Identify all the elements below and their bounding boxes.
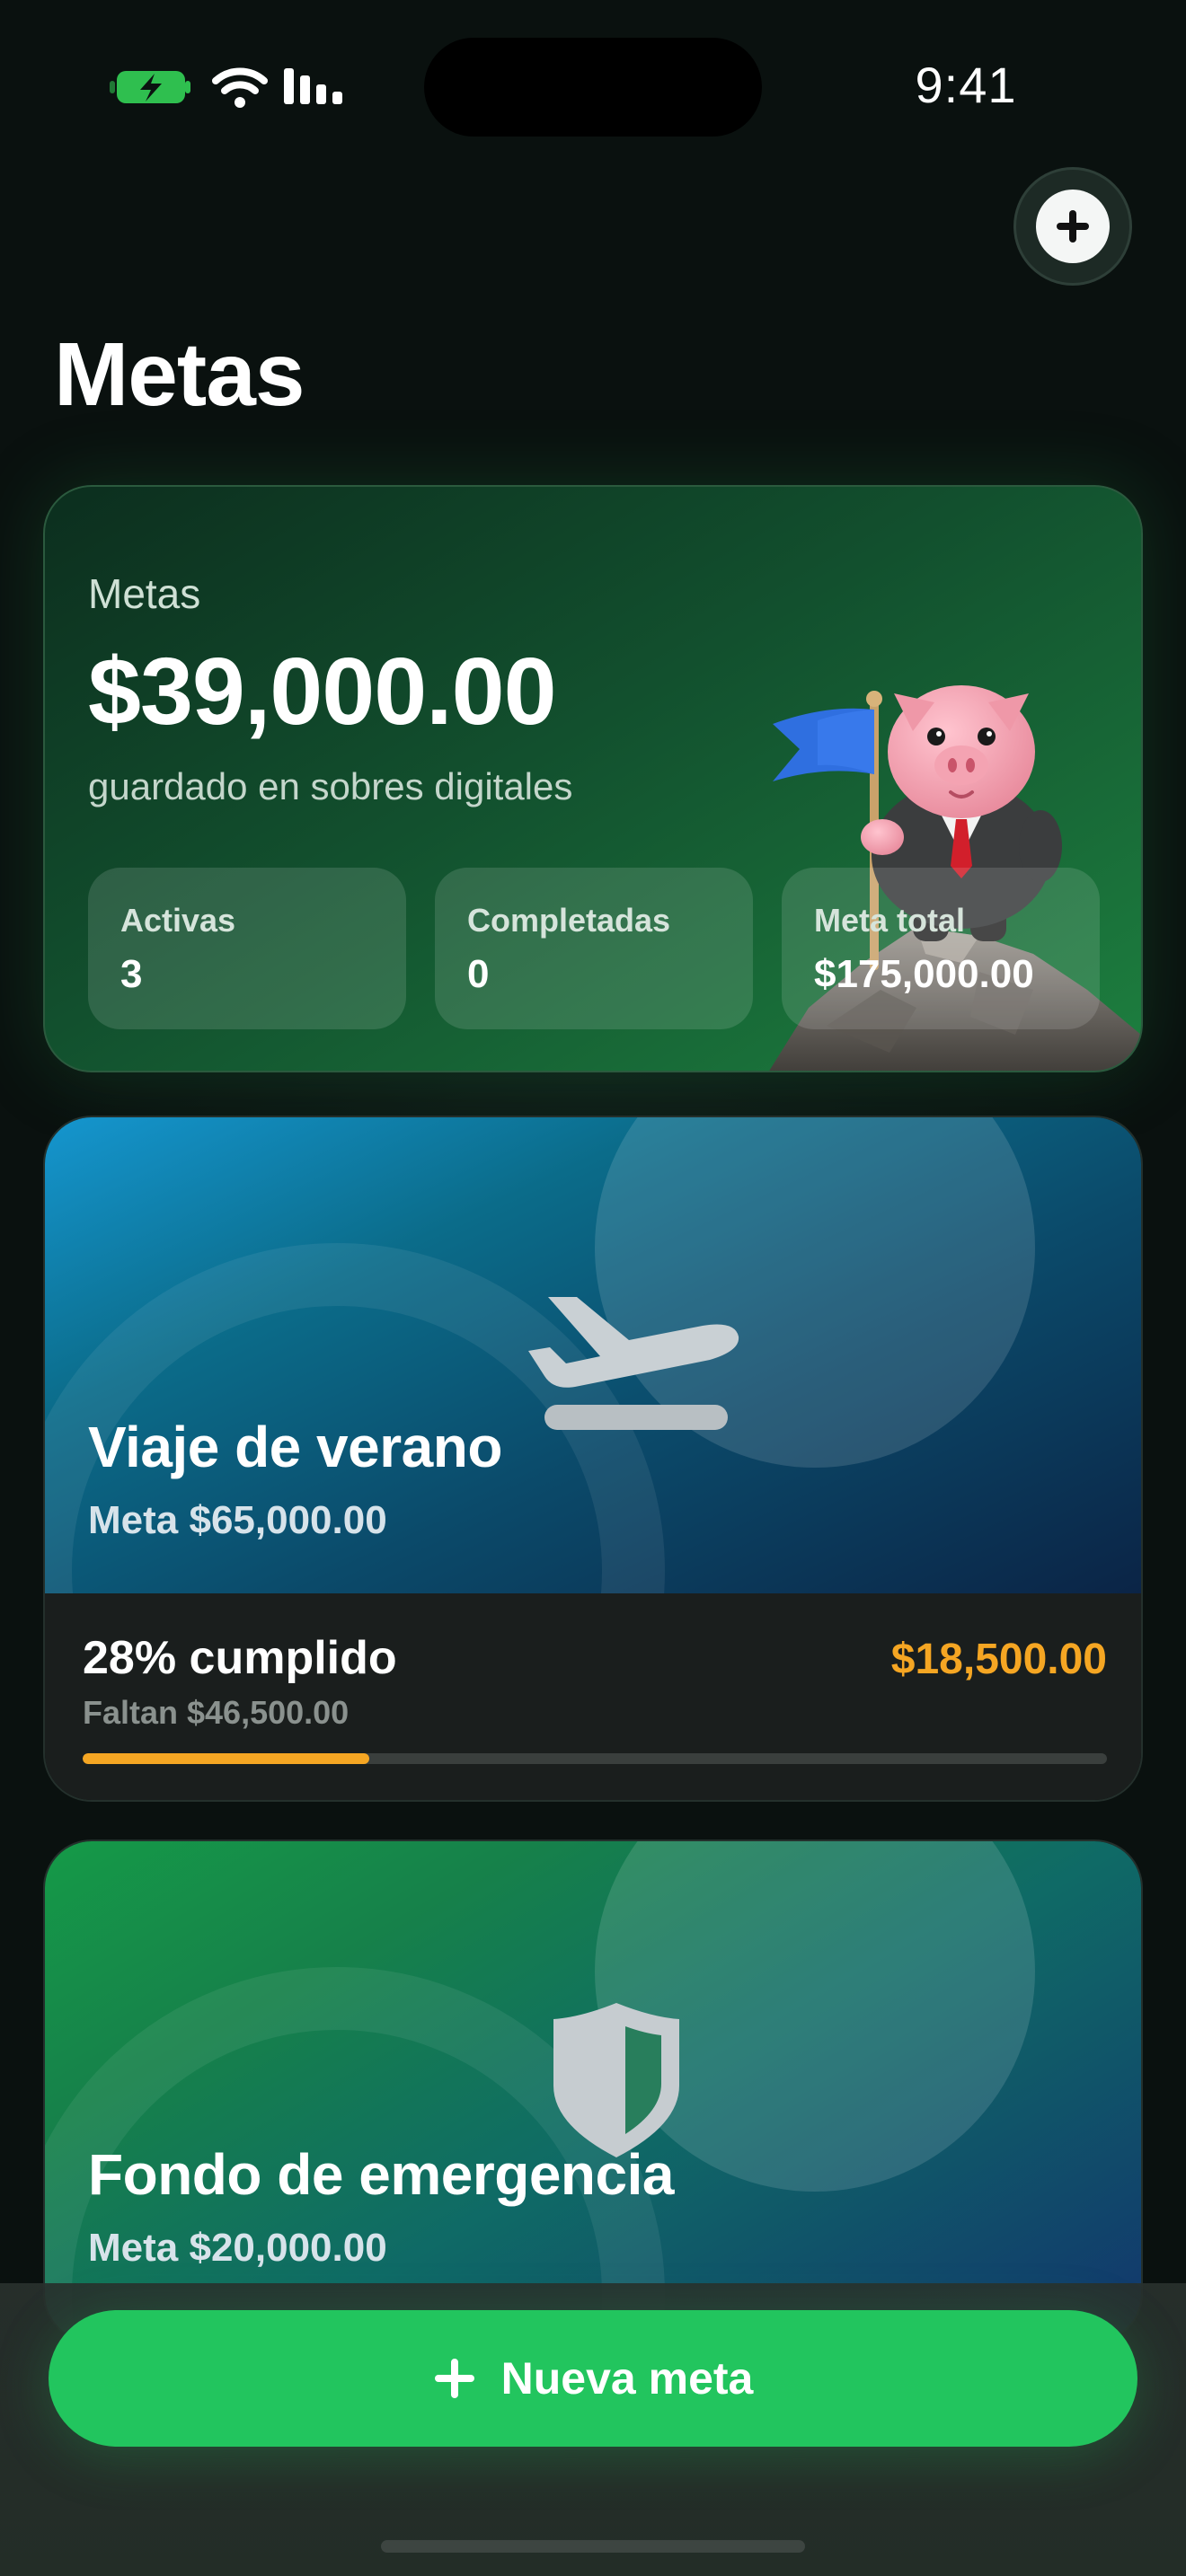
goal-target: Meta $20,000.00 <box>88 2226 387 2270</box>
stat-active: Activas 3 <box>88 868 406 1029</box>
stat-value: 3 <box>120 952 143 996</box>
summary-subtitle: guardado en sobres digitales <box>88 765 573 807</box>
stat-label: Meta total <box>814 902 966 939</box>
goal-card-fondo[interactable]: Fondo de emergencia Meta $20,000.00 <box>43 1839 1143 2342</box>
goal-target: Meta $65,000.00 <box>88 1498 387 1542</box>
stat-completed: Completadas 0 <box>435 868 753 1029</box>
stat-label: Completadas <box>467 902 671 939</box>
home-indicator[interactable] <box>381 2540 805 2553</box>
status-bar: 9:41 <box>0 0 1186 171</box>
stat-value: $175,000.00 <box>814 952 1034 996</box>
stat-label: Activas <box>120 902 236 939</box>
goal-title: Viaje de verano <box>88 1415 502 1479</box>
stat-value: 0 <box>467 952 490 996</box>
summary-amount: $39,000.00 <box>88 639 557 745</box>
cellular-signal-icon <box>284 68 342 104</box>
goals-screen: 9:41 Metas Metas $39,000.00 guardado en … <box>0 0 1186 2576</box>
add-goal-icon-button[interactable] <box>1013 167 1132 286</box>
goal-hero: Viaje de verano Meta $65,000.00 <box>45 1117 1141 1593</box>
goal-progress-section: 28% cumplido Faltan $46,500.00 $18,500.0… <box>45 1593 1141 1800</box>
remaining-amount: Faltan $46,500.00 <box>83 1694 350 1731</box>
battery-charging-icon <box>110 71 190 103</box>
summary-label: Metas <box>88 570 201 617</box>
plus-icon <box>1057 210 1089 243</box>
goal-card-viaje[interactable]: Viaje de verano Meta $65,000.00 28% cump… <box>43 1116 1143 1802</box>
shield-icon <box>553 2003 679 2157</box>
progress-bar-fill <box>83 1753 370 1764</box>
page-title: Metas <box>54 324 305 425</box>
plus-circle <box>1036 190 1110 263</box>
summary-card: Metas $39,000.00 guardado en sobres digi… <box>43 485 1143 1072</box>
airplane-takeoff-icon <box>528 1297 739 1430</box>
saved-amount: $18,500.00 <box>890 1636 1107 1683</box>
plus-icon <box>434 2359 474 2398</box>
dynamic-island <box>424 38 762 137</box>
goal-title: Fondo de emergencia <box>88 2142 674 2207</box>
stat-total-goal: Meta total $175,000.00 <box>782 868 1100 1029</box>
progress-percentage: 28% cumplido <box>83 1632 397 1684</box>
goal-hero: Fondo de emergencia Meta $20,000.00 <box>45 1841 1141 2341</box>
new-goal-button[interactable]: Nueva meta <box>49 2310 1137 2447</box>
new-goal-label: Nueva meta <box>500 2353 754 2404</box>
status-time: 9:41 <box>915 57 1017 113</box>
progress-bar <box>83 1753 1107 1764</box>
wifi-icon <box>212 67 268 108</box>
